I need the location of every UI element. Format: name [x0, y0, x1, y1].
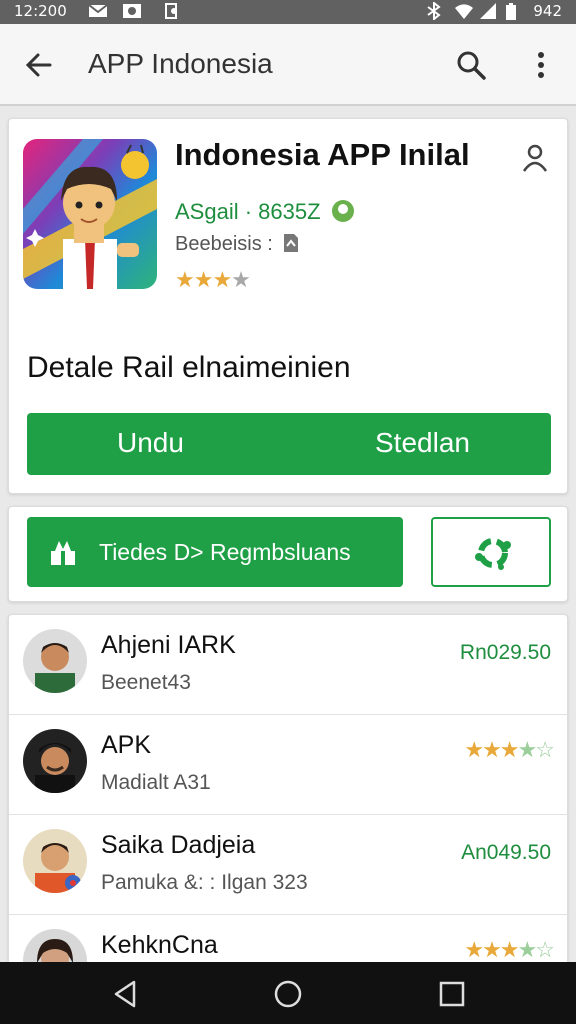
list-item[interactable]: Saika Dadjeia Pamuka &: : Ilgan 323 An04…	[9, 815, 569, 915]
avatar	[23, 629, 87, 693]
share-button[interactable]	[431, 517, 551, 587]
primary-action-label: Tiedes D> Regmbsluans	[99, 539, 351, 565]
notification-icon	[165, 3, 177, 19]
bluetooth-icon	[427, 2, 441, 20]
search-icon[interactable]	[454, 48, 488, 82]
list-item-price: An049.50	[461, 841, 551, 864]
list-item-name: APK	[101, 731, 152, 759]
list-item-subtitle: Beenet43	[101, 671, 191, 694]
battery-icon	[506, 3, 516, 20]
list-item-subtitle: Pamuka &: : Ilgan 323	[101, 871, 308, 894]
share-icon	[475, 538, 511, 570]
app-icon[interactable]	[23, 139, 157, 289]
developer-name: ASgail · 8635Z	[175, 199, 321, 224]
status-bar: 12:200 942	[0, 0, 576, 24]
install-button-right-label: Stedlan	[375, 427, 470, 458]
install-button[interactable]: Undu Stedlan	[27, 413, 551, 475]
list-item-rating: ★★★★☆	[464, 737, 555, 762]
back-triangle-icon[interactable]	[110, 978, 142, 1010]
wifi-icon	[455, 4, 473, 20]
list-item-subtitle: Madialt A31	[101, 771, 211, 794]
list-item-rating: ★★★★☆	[464, 937, 555, 962]
image-icon	[123, 4, 141, 18]
avatar	[23, 729, 87, 793]
verified-badge-icon	[331, 200, 354, 222]
gift-icon	[51, 541, 75, 565]
signal-icon	[480, 3, 496, 19]
home-circle-icon[interactable]	[272, 978, 304, 1010]
avatar	[23, 829, 87, 893]
app-bar: APP Indonesia	[0, 24, 576, 106]
developer-row[interactable]: ASgail · 8635Z	[175, 199, 355, 225]
app-detail-card: Indonesia APP Inilal ASgail · 8635Z Beeb…	[8, 118, 568, 494]
battery-percent: 942	[533, 2, 562, 20]
list-item[interactable]: Ahjeni IARK Beenet43 Rn029.50	[9, 615, 569, 715]
list-item-name: Ahjeni IARK	[101, 631, 236, 659]
mail-icon	[88, 4, 108, 17]
category-label: Beebeisis :	[175, 233, 273, 255]
more-vert-icon[interactable]	[526, 48, 556, 82]
status-time: 12:200	[14, 2, 67, 20]
list-item-name: Saika Dadjeia	[101, 831, 256, 859]
list-item[interactable]: APK Madialt A31 ★★★★☆	[9, 715, 569, 815]
related-list: Ahjeni IARK Beenet43 Rn029.50 APK Madial…	[8, 614, 569, 993]
recents-square-icon[interactable]	[436, 978, 468, 1010]
install-button-left-label: Undu	[117, 427, 184, 458]
list-item-name: KehknCna	[101, 931, 218, 959]
page-title: APP Indonesia	[88, 48, 273, 79]
primary-action-button[interactable]: Tiedes D> Regmbsluans	[27, 517, 403, 587]
category-row: Beebeisis :	[175, 233, 300, 256]
person-icon[interactable]	[521, 143, 549, 173]
document-icon	[284, 234, 299, 252]
actions-card: Tiedes D> Regmbsluans	[8, 506, 568, 602]
app-title: Indonesia APP Inilal	[175, 137, 470, 172]
app-description: Detale Rail elnaimeinien	[27, 351, 351, 384]
app-rating-stars: ★★★★	[175, 267, 251, 292]
list-item-price: Rn029.50	[459, 641, 551, 664]
back-arrow-icon[interactable]	[22, 48, 56, 82]
system-nav-bar	[0, 962, 576, 1024]
